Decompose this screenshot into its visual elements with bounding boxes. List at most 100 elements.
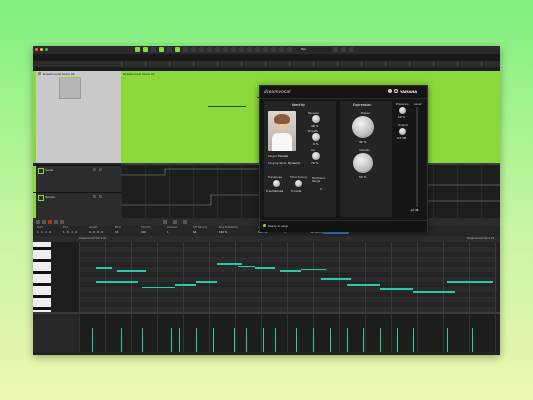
track-row-1[interactable]: Dreamvocal Voice 01 [33,71,121,163]
tool-button[interactable] [333,47,338,52]
mute-icon[interactable] [38,72,41,75]
transpose-knob[interactable] [273,180,280,187]
tool-button[interactable] [341,47,346,52]
tool-button[interactable] [199,47,204,52]
midi-note[interactable] [321,278,351,280]
info-field-value[interactable]: 100 % [219,231,227,234]
presence-knob[interactable] [399,107,406,114]
tool-icon[interactable] [173,220,177,224]
track-row-2[interactable]: Vocal [33,165,121,192]
track-row-3[interactable]: Tempo [33,192,121,219]
tool-button[interactable] [247,47,252,52]
midi-note[interactable] [216,263,243,265]
singer-select[interactable]: Female [278,154,288,158]
solo-icon[interactable] [99,195,102,198]
tool-button[interactable] [231,47,236,52]
midi-note[interactable] [175,284,197,286]
singing-style-select[interactable]: Dynamic [288,161,300,165]
record-button[interactable] [151,47,156,52]
loop-button[interactable] [143,47,148,52]
volume-bar[interactable] [59,77,81,78]
tool-button[interactable] [271,47,276,52]
note-grid[interactable] [79,242,497,312]
power-icon[interactable] [388,89,392,93]
power-knob[interactable] [352,116,374,138]
midi-note[interactable] [300,268,326,271]
mute-icon[interactable] [93,195,96,198]
cycle-button[interactable] [175,47,180,52]
velocity-bar[interactable] [179,328,181,352]
piano-keyboard[interactable] [33,242,51,312]
close-window-icon[interactable] [35,48,38,51]
velocity-bar[interactable] [170,328,172,352]
track-expand-icon[interactable] [38,195,44,201]
tool-button[interactable] [349,47,354,52]
midi-note[interactable] [413,291,456,293]
midi-note[interactable] [254,267,276,269]
midi-note[interactable] [95,267,113,269]
velocity-bar[interactable] [246,328,248,352]
velocity-bar[interactable] [346,328,348,352]
tool-icon[interactable] [36,220,40,224]
tool-button[interactable] [215,47,220,52]
track-expand-icon[interactable] [38,168,44,174]
midi-note[interactable] [237,265,255,268]
velocity-bar[interactable] [262,328,264,352]
info-field-value[interactable]: 100 [141,231,146,234]
velocity-bar[interactable] [313,328,315,352]
info-field-value[interactable]: 64 [193,231,196,234]
maximize-window-icon[interactable] [45,48,48,51]
info-field-value[interactable]: 1 . 5 . 1 . 0 [63,231,77,234]
info-field-value[interactable]: 4 . 0 . 0 . 0 [89,231,103,234]
info-field-value[interactable]: 1 . 1 . 1 . 0 [37,231,51,234]
tool-button[interactable] [255,47,260,52]
tool-icon[interactable] [42,220,46,224]
velocity-bar[interactable] [212,328,214,352]
velocity-bar[interactable] [233,328,235,352]
midi-note[interactable] [196,281,217,283]
midi-note[interactable] [95,281,138,283]
midi-note[interactable] [279,270,301,272]
info-field-value[interactable]: C3 [115,231,118,234]
output-knob[interactable] [399,128,406,135]
velocity-lane[interactable] [79,314,497,352]
tool-button[interactable] [207,47,212,52]
tool-button[interactable] [279,47,284,52]
velocity-bar[interactable] [379,328,381,352]
stop-button[interactable] [167,47,172,52]
tool-icon[interactable] [60,220,64,224]
tool-button[interactable] [223,47,228,52]
velocity-bar[interactable] [120,328,122,352]
midi-note[interactable] [346,284,380,286]
tempo-display[interactable]: Bar [299,47,331,52]
time-tuning-knob[interactable] [295,180,302,187]
tool-button[interactable] [191,47,196,52]
midi-note[interactable] [446,281,493,283]
pitchbend-value[interactable]: 2 [320,187,322,191]
velocity-bar[interactable] [471,328,473,352]
velocity-bar[interactable] [296,328,298,352]
mute-icon[interactable] [93,168,96,171]
velocity-bar[interactable] [446,328,448,352]
air-knob[interactable] [312,152,320,160]
punch-button[interactable] [183,47,188,52]
vibrato-knob[interactable] [353,153,373,173]
midi-note[interactable] [379,288,414,290]
midi-note[interactable] [116,270,146,272]
tool-icon[interactable] [163,220,167,224]
velocity-bar[interactable] [196,328,198,352]
velocity-bar[interactable] [141,328,143,352]
breath-knob[interactable] [312,133,320,141]
velocity-bar[interactable] [413,328,415,352]
velocity-bar[interactable] [329,328,331,352]
velocity-bar[interactable] [363,328,365,352]
play-button[interactable] [135,47,140,52]
solo-icon[interactable] [99,168,102,171]
tool-button[interactable] [263,47,268,52]
minimize-window-icon[interactable] [40,48,43,51]
tool-icon[interactable] [183,220,187,224]
record-icon[interactable] [48,220,52,224]
info-field-value[interactable]: 1 [167,231,169,234]
tension-knob[interactable] [312,115,320,123]
midi-note[interactable] [141,286,176,289]
